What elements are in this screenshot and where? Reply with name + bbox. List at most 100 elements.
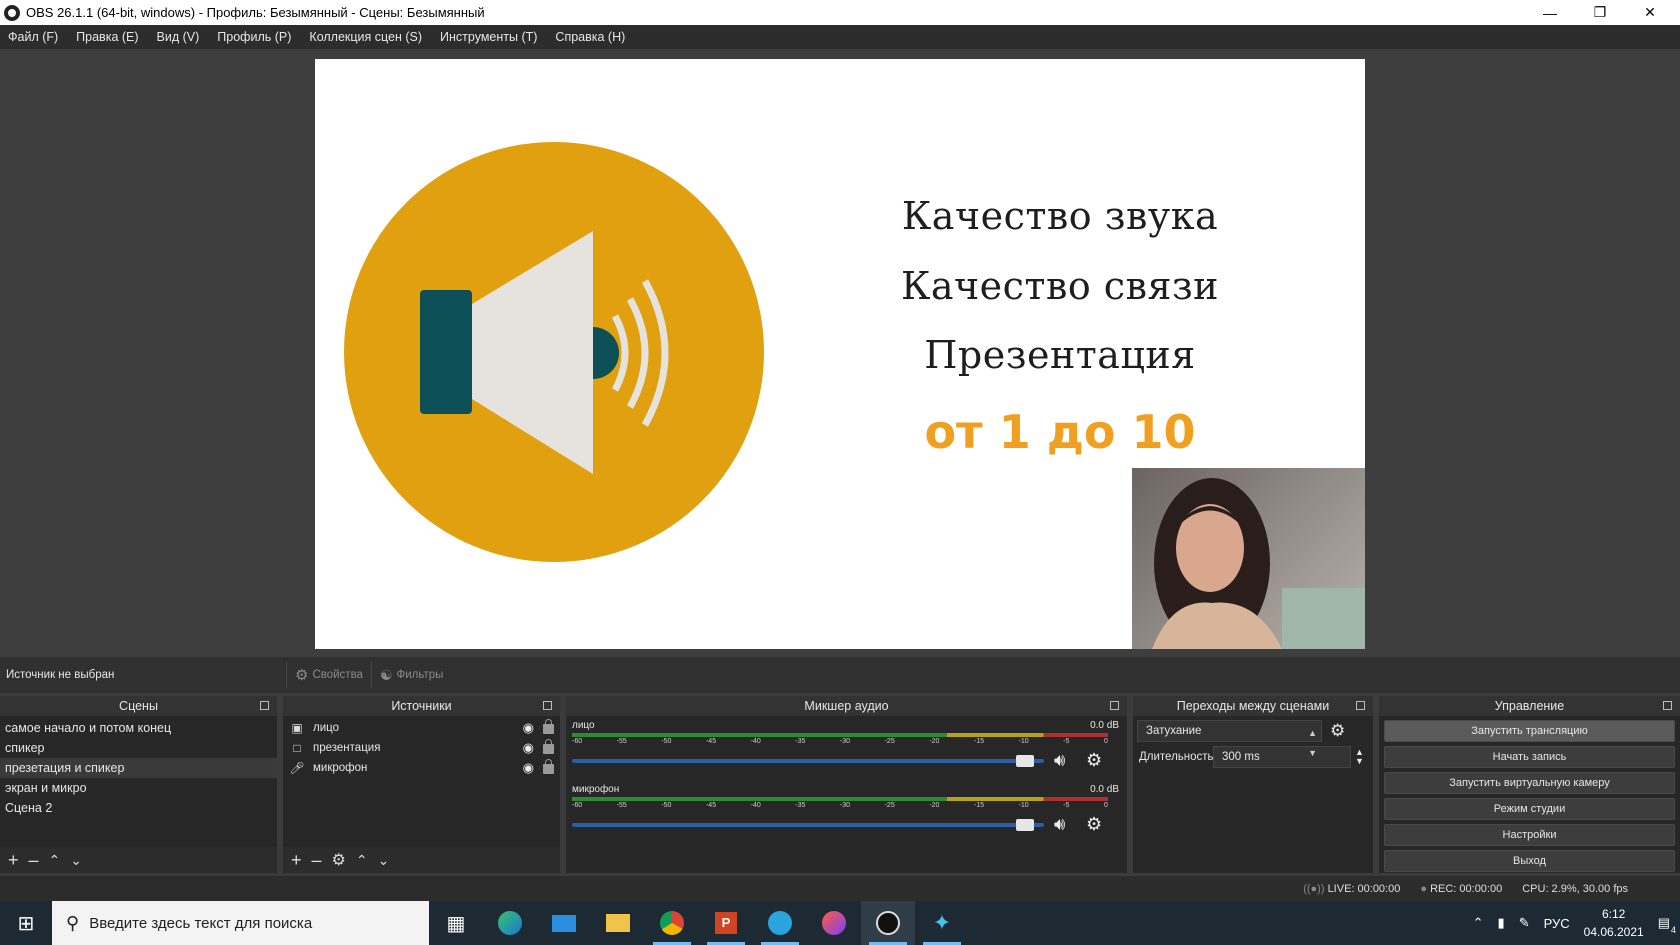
sources-title: Источники: [391, 699, 452, 713]
scene-item[interactable]: экран и микро: [0, 778, 277, 798]
webcam-feed[interactable]: [1132, 468, 1365, 649]
windows-taskbar: ⊞ ⚲ Введите здесь текст для поиска ▦ P ✦…: [0, 901, 1680, 945]
volume-meter: [572, 797, 1108, 801]
transition-selected: Затухание: [1146, 725, 1202, 737]
start-virtual-camera-button[interactable]: Запустить виртуальную камеру: [1384, 772, 1675, 794]
taskbar-search[interactable]: ⚲ Введите здесь текст для поиска: [52, 901, 429, 945]
source-item[interactable]: ▣ лицо ◉: [283, 718, 560, 738]
minimize-icon[interactable]: —: [1525, 0, 1575, 25]
lock-icon[interactable]: [543, 719, 554, 734]
powerpoint-icon[interactable]: P: [699, 901, 753, 945]
mail-icon[interactable]: [537, 901, 591, 945]
visibility-eye-icon[interactable]: ◉: [523, 740, 534, 756]
webcam-person: [1152, 478, 1365, 649]
menu-file[interactable]: Файл (F): [8, 30, 58, 44]
app-icon[interactable]: ✦: [915, 901, 969, 945]
edge-icon[interactable]: [483, 901, 537, 945]
menu-edit[interactable]: Правка (E): [76, 30, 138, 44]
menu-tools[interactable]: Инструменты (T): [440, 30, 537, 44]
add-icon[interactable]: +: [8, 850, 19, 871]
visibility-eye-icon[interactable]: ◉: [523, 720, 534, 736]
restore-icon[interactable]: ❐: [1575, 0, 1625, 25]
properties-label: Свойства: [312, 669, 363, 681]
explorer-icon[interactable]: [591, 901, 645, 945]
scene-item[interactable]: Сцена 2: [0, 798, 277, 818]
exit-button[interactable]: Выход: [1384, 850, 1675, 872]
volume-slider-handle[interactable]: [1015, 755, 1034, 767]
volume-slider-handle[interactable]: [1015, 819, 1034, 831]
start-recording-button[interactable]: Начать запись: [1384, 746, 1675, 768]
undock-icon[interactable]: [1110, 701, 1119, 710]
controls-header: Управление: [1379, 696, 1680, 716]
language-indicator[interactable]: РУС: [1544, 916, 1570, 931]
gear-icon[interactable]: ⚙: [1086, 750, 1102, 771]
browser-icon[interactable]: [807, 901, 861, 945]
chevron-up-icon[interactable]: ⌃: [1473, 915, 1484, 931]
microphone-icon: 🎤︎: [289, 761, 305, 775]
obs-icon[interactable]: [861, 901, 915, 945]
slide-line-1: Качество звука: [901, 194, 1219, 238]
scene-item-selected[interactable]: презетация и спикер: [0, 758, 277, 778]
filters-button[interactable]: ☯ Фильтры: [370, 662, 451, 688]
status-bar: ((●)) LIVE: 00:00:00 ● REC: 00:00:00 CPU…: [0, 876, 1680, 901]
menu-help[interactable]: Справка (H): [555, 30, 625, 44]
menu-scene-collection[interactable]: Коллекция сцен (S): [309, 30, 422, 44]
windows-start-icon[interactable]: ⊞: [0, 901, 52, 945]
chrome-icon[interactable]: [645, 901, 699, 945]
undock-icon[interactable]: [1663, 701, 1672, 710]
volume-slider[interactable]: [572, 823, 1044, 827]
duration-spinbox[interactable]: 300 ms: [1213, 746, 1351, 768]
visibility-eye-icon[interactable]: ◉: [523, 760, 534, 776]
remove-icon[interactable]: –: [29, 850, 39, 871]
studio-mode-button[interactable]: Режим студии: [1384, 798, 1675, 820]
filters-label: Фильтры: [396, 669, 444, 681]
task-view-icon[interactable]: ▦: [429, 901, 483, 945]
transition-select[interactable]: Затухание ▲ ▼: [1137, 720, 1322, 758]
gear-icon[interactable]: ⚙: [332, 850, 346, 870]
scenes-list: самое начало и потом конец спикер презет…: [0, 716, 277, 818]
mixer-channel: лицо 0.0 dB -60 -55 -50 -45 -40 -35 -30 -25 -20-…: [566, 716, 1127, 780]
menu-view[interactable]: Вид (V): [157, 30, 200, 44]
transitions-dock: Переходы между сценами Затухание ▲ ▼ ⚙ Дл…: [1133, 696, 1373, 873]
volume-slider[interactable]: [572, 759, 1044, 763]
pen-icon[interactable]: ✎: [1519, 915, 1530, 931]
telegram-icon[interactable]: [753, 901, 807, 945]
move-up-icon[interactable]: ⌃: [356, 852, 368, 869]
speaker-icon[interactable]: 🔊︎: [1054, 750, 1065, 771]
spin-arrows-icon[interactable]: ▲ ▼: [1355, 748, 1364, 766]
settings-button[interactable]: Настройки: [1384, 824, 1675, 846]
lock-icon[interactable]: [543, 739, 554, 754]
scene-item[interactable]: спикер: [0, 738, 277, 758]
menu-profile[interactable]: Профиль (P): [217, 30, 291, 44]
add-icon[interactable]: +: [291, 850, 302, 871]
speaker-icon[interactable]: 🔊︎: [1054, 814, 1065, 835]
close-icon[interactable]: ✕: [1625, 0, 1675, 25]
scene-item[interactable]: самое начало и потом конец: [0, 718, 277, 738]
undock-icon[interactable]: [260, 701, 269, 710]
window-title: OBS 26.1.1 (64-bit, windows) - Профиль: …: [26, 5, 485, 20]
start-streaming-button[interactable]: Запустить трансляцию: [1384, 720, 1675, 742]
remove-icon[interactable]: –: [312, 850, 322, 871]
notifications-icon[interactable]: ▤ 4: [1658, 915, 1676, 935]
search-placeholder: Введите здесь текст для поиска: [89, 914, 313, 932]
transitions-title: Переходы между сценами: [1176, 699, 1330, 713]
channel-db: 0.0 dB: [1090, 720, 1119, 731]
undock-icon[interactable]: [543, 701, 552, 710]
move-up-icon[interactable]: ⌃: [49, 852, 61, 869]
clock[interactable]: 6:12 04.06.2021: [1584, 905, 1644, 941]
window-icon: □: [293, 741, 301, 755]
lock-icon[interactable]: [543, 759, 554, 774]
gear-icon[interactable]: ⚙: [1086, 814, 1102, 835]
move-down-icon[interactable]: ⌄: [70, 852, 82, 869]
source-item[interactable]: 🎤︎ микрофон ◉: [283, 758, 560, 778]
chevron-updown-icon: ▲ ▼: [1308, 728, 1317, 758]
battery-icon[interactable]: ▮: [1498, 915, 1505, 931]
properties-button[interactable]: ⚙ Свойства: [286, 662, 371, 688]
gear-icon[interactable]: ⚙: [1330, 721, 1345, 741]
move-down-icon[interactable]: ⌄: [378, 852, 390, 869]
source-item[interactable]: □ презентация ◉: [283, 738, 560, 758]
source-name: презентация: [313, 742, 381, 754]
slide-line-3: Презентация: [924, 333, 1196, 377]
undock-icon[interactable]: [1356, 701, 1365, 710]
camera-icon: ▣: [291, 721, 303, 735]
